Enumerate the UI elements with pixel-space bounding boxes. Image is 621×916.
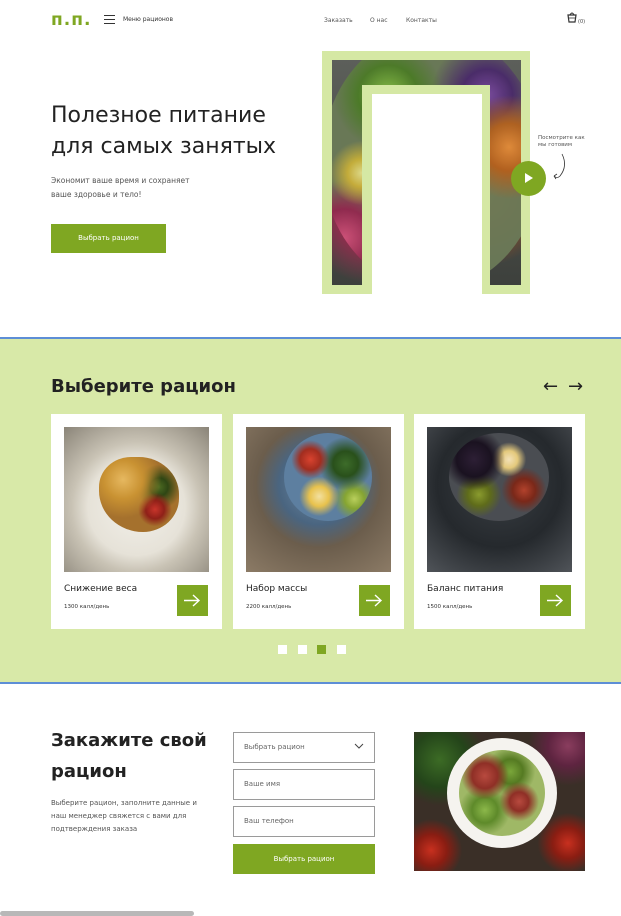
ration-card-kcal: 1300 калл/день — [64, 604, 110, 610]
hero-title: Полезное питание для самых занятых — [51, 103, 277, 159]
hero-inner-cutout — [372, 94, 482, 294]
carousel-dot[interactable] — [317, 645, 326, 654]
hamburger-icon[interactable] — [104, 15, 115, 25]
order-section-title: Закажите свой рацион — [51, 730, 207, 782]
cart-count: (0) — [578, 19, 586, 25]
ration-card-name: Снижение веса — [64, 584, 138, 594]
ration-card-kcal: 1500 калл/день — [427, 604, 473, 610]
ration-card-weight-loss[interactable]: Снижение веса 1300 калл/день — [51, 414, 222, 629]
arrow-right-icon — [366, 594, 383, 607]
carousel-next-button[interactable]: → — [568, 378, 583, 396]
phone-field[interactable]: Ваш телефон — [233, 806, 375, 837]
arrow-right-icon — [547, 594, 564, 607]
carousel-prev-button[interactable]: ← — [543, 378, 558, 396]
phone-field-placeholder: Ваш телефон — [244, 817, 294, 825]
ration-card-arrow-button[interactable] — [177, 585, 208, 616]
order-section-subtitle: Выберите рацион, заполните данные и наш … — [51, 799, 197, 833]
hero-subtitle: Экономит ваше время и сохраняет ваше здо… — [51, 176, 190, 199]
menu-link[interactable]: Меню рационов — [123, 16, 173, 23]
name-field-placeholder: Ваше имя — [244, 780, 281, 788]
nav-link-order[interactable]: Заказать — [324, 17, 353, 24]
ration-card-kcal: 2200 калл/день — [246, 604, 292, 610]
watch-video-label: Посмотрите как мы готовим — [538, 135, 585, 148]
ration-card-image — [246, 427, 391, 572]
arrow-right-icon — [184, 594, 201, 607]
nav-link-contacts[interactable]: Контакты — [406, 17, 437, 24]
ration-select-value: Выбрать рацион — [244, 743, 305, 751]
carousel-dot[interactable] — [337, 645, 346, 654]
basket-icon[interactable] — [566, 11, 578, 23]
carousel-dot[interactable] — [278, 645, 287, 654]
ration-card-image — [427, 427, 572, 572]
ration-select[interactable]: Выбрать рацион — [233, 732, 375, 763]
site-logo[interactable]: п.п. — [51, 10, 91, 30]
site-header: п.п. Меню рационов Заказать О нас Контак… — [0, 0, 621, 42]
ration-card-balance[interactable]: Баланс питания 1500 калл/день — [414, 414, 585, 629]
order-submit-button[interactable]: Выбрать рацион — [233, 844, 375, 874]
ration-card-name: Набор массы — [246, 584, 308, 594]
play-video-button[interactable] — [511, 161, 546, 196]
curved-arrow-icon — [553, 153, 565, 180]
ration-section-title: Выберите рацион — [51, 376, 236, 397]
name-field[interactable]: Ваше имя — [233, 769, 375, 800]
ration-card-mass-gain[interactable]: Набор массы 2200 калл/день — [233, 414, 404, 629]
ration-card-image — [64, 427, 209, 572]
nav-link-about[interactable]: О нас — [370, 17, 388, 24]
chevron-down-icon — [354, 743, 364, 749]
choose-ration-button[interactable]: Выбрать рацион — [51, 224, 166, 253]
carousel-dot[interactable] — [298, 645, 307, 654]
ration-card-name: Баланс питания — [427, 584, 504, 594]
ration-card-arrow-button[interactable] — [359, 585, 390, 616]
ration-card-arrow-button[interactable] — [540, 585, 571, 616]
horizontal-scrollbar[interactable] — [0, 911, 194, 916]
order-salad-image — [414, 732, 585, 871]
